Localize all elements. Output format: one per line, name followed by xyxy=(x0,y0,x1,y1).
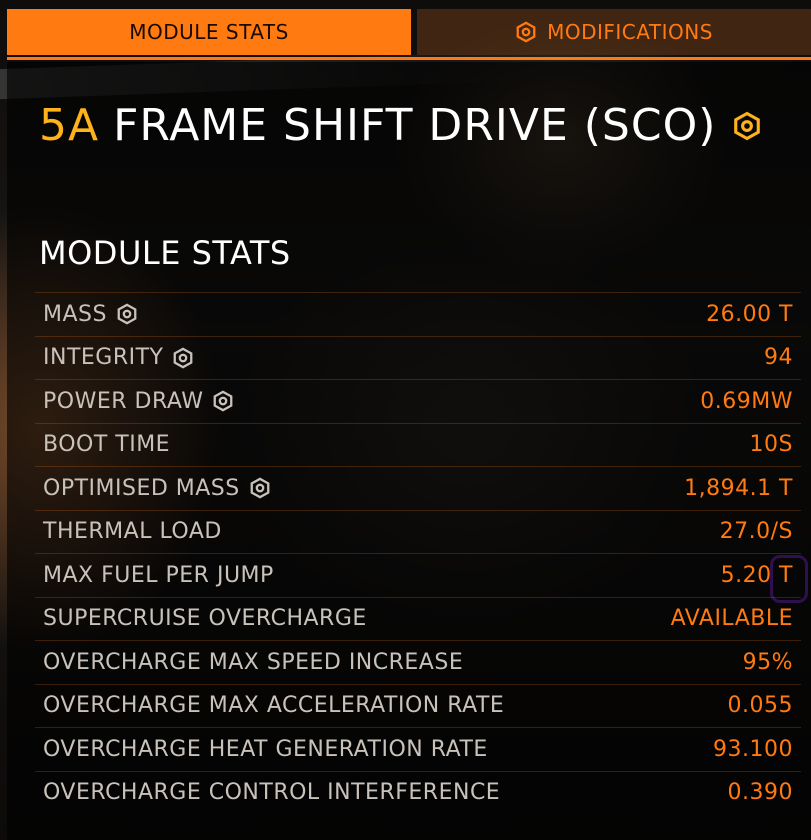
stat-value: 93.100 xyxy=(713,736,793,762)
stat-row: OPTIMISED MASS 1,894.1 T xyxy=(35,466,801,510)
stat-label-text: OVERCHARGE MAX ACCELERATION RATE xyxy=(43,693,505,719)
tab-module-stats-label: MODULE STATS xyxy=(129,20,289,44)
engineering-hex-icon xyxy=(250,477,270,499)
stat-label: BOOT TIME xyxy=(43,432,170,457)
stat-label-text: OVERCHARGE MAX SPEED INCREASE xyxy=(43,649,464,675)
stat-value: 27.0/S xyxy=(719,519,793,545)
module-grade: 5A xyxy=(39,100,100,151)
engineering-hex-icon xyxy=(516,21,536,43)
stat-row: MASS 26.00 T xyxy=(35,292,801,336)
stat-label-text: OVERCHARGE CONTROL INTERFERENCE xyxy=(43,780,501,806)
stat-row: OVERCHARGE CONTROL INTERFERENCE 0.390 xyxy=(35,770,801,815)
stat-label: MAX FUEL PER JUMP xyxy=(43,563,274,588)
stat-label: OVERCHARGE HEAT GENERATION RATE xyxy=(43,737,488,762)
stat-row: SUPERCRUISE OVERCHARGE AVAILABLE xyxy=(35,596,801,641)
stats-list: MASS 26.00 T INTEGRITY 94 POWER DRAW 0.69MW BO… xyxy=(35,292,801,814)
stat-value: 5.20 T xyxy=(720,562,793,588)
stat-label-text: OVERCHARGE HEAT GENERATION RATE xyxy=(43,736,488,762)
tab-modifications[interactable]: MODIFICATIONS xyxy=(417,9,811,55)
stat-label-text: MAX FUEL PER JUMP xyxy=(43,562,274,588)
stat-value: 94 xyxy=(764,345,793,371)
stat-row: OVERCHARGE MAX ACCELERATION RATE 0.055 xyxy=(35,683,801,728)
stat-value: 1,894.1 T xyxy=(684,475,793,501)
stat-value: 0.390 xyxy=(727,780,793,806)
stat-value: AVAILABLE xyxy=(670,606,793,632)
stat-label-text: SUPERCRUISE OVERCHARGE xyxy=(43,606,367,632)
stat-label-text: POWER DRAW xyxy=(43,388,204,414)
tab-underline xyxy=(7,57,811,60)
stat-row: INTEGRITY 94 xyxy=(35,335,801,380)
engineering-hex-icon xyxy=(174,347,193,369)
stat-value: 0.69MW xyxy=(700,388,793,414)
stat-label-text: MASS xyxy=(43,301,107,327)
stat-row: POWER DRAW 0.69MW xyxy=(35,379,801,423)
stat-label-text: INTEGRITY xyxy=(43,345,164,371)
stat-label: OVERCHARGE MAX ACCELERATION RATE xyxy=(43,693,504,718)
stat-row: MAX FUEL PER JUMP 5.20 T xyxy=(35,553,801,597)
stat-label: OPTIMISED MASS xyxy=(43,476,271,501)
module-panel: 5A FRAME SHIFT DRIVE (SCO) MODULE STATS … xyxy=(7,62,811,840)
stat-label-text: BOOT TIME xyxy=(43,432,171,458)
stat-label-text: THERMAL LOAD xyxy=(43,519,222,545)
section-title: MODULE STATS xyxy=(39,234,291,272)
stat-value: 95% xyxy=(742,649,793,675)
tab-module-stats[interactable]: MODULE STATS xyxy=(7,9,411,55)
stat-label-text: OPTIMISED MASS xyxy=(43,475,240,501)
engineering-hex-icon xyxy=(214,390,233,412)
module-title: 5A FRAME SHIFT DRIVE (SCO) xyxy=(39,100,762,151)
stat-row: OVERCHARGE MAX SPEED INCREASE 95% xyxy=(35,640,801,684)
stat-label: POWER DRAW xyxy=(43,389,234,414)
engineering-hex-icon xyxy=(117,303,137,325)
engineering-hex-icon xyxy=(734,111,761,140)
stat-label: INTEGRITY xyxy=(43,345,194,370)
stat-label: OVERCHARGE MAX SPEED INCREASE xyxy=(43,650,463,675)
stat-label: OVERCHARGE CONTROL INTERFERENCE xyxy=(43,780,500,805)
stat-value: 10S xyxy=(749,432,793,458)
stat-value: 26.00 T xyxy=(706,301,793,327)
stat-label: MASS xyxy=(43,302,138,327)
tab-bar: MODULE STATS MODIFICATIONS xyxy=(7,9,811,61)
stat-label: THERMAL LOAD xyxy=(43,519,222,544)
stat-row: THERMAL LOAD 27.0/S xyxy=(35,509,801,554)
tab-modifications-label: MODIFICATIONS xyxy=(547,20,713,44)
stat-row: OVERCHARGE HEAT GENERATION RATE 93.100 xyxy=(35,727,801,771)
module-name: FRAME SHIFT DRIVE (SCO) xyxy=(113,100,717,151)
stat-label: SUPERCRUISE OVERCHARGE xyxy=(43,606,367,631)
stat-row: BOOT TIME 10S xyxy=(35,422,801,467)
stat-value: 0.055 xyxy=(727,693,793,719)
